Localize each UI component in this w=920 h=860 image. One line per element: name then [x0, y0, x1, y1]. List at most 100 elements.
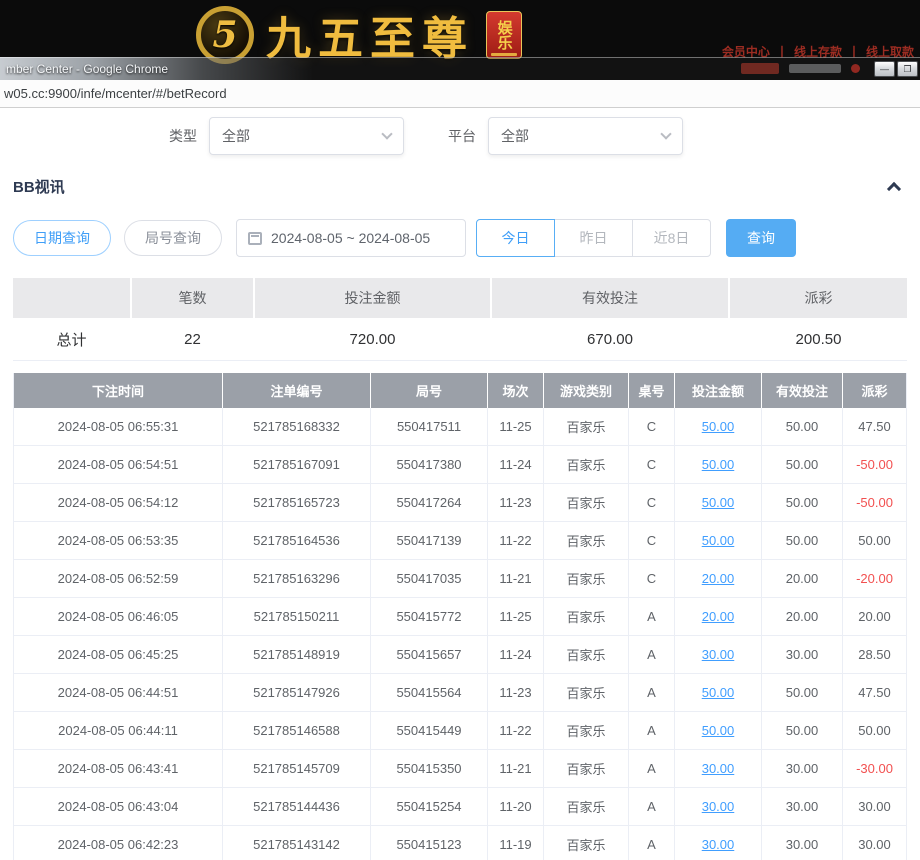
cell-session: 11-24 — [488, 636, 544, 674]
table-row: 2024-08-05 06:44:11 521785146588 5504154… — [14, 712, 906, 750]
query-toolbar: 日期查询 局号查询 2024-08-05 ~ 2024-08-05 今日 昨日 … — [13, 219, 907, 257]
chevron-down-icon — [381, 128, 392, 139]
cell-bet-amount-link[interactable]: 50.00 — [675, 712, 762, 750]
cell-table-number: A — [629, 674, 675, 712]
platform-filter-label: 平台 — [448, 126, 476, 146]
cell-table-number: A — [629, 750, 675, 788]
collapse-chevron-up-icon[interactable] — [887, 181, 901, 195]
cell-table-number: A — [629, 636, 675, 674]
table-row: 2024-08-05 06:52:59 521785163296 5504170… — [14, 560, 906, 598]
calendar-icon — [248, 232, 262, 245]
cell-bet-time: 2024-08-05 06:45:25 — [14, 636, 223, 674]
url-text: w05.cc:9900/infe/mcenter/#/betRecord — [4, 86, 227, 101]
table-row: 2024-08-05 06:54:51 521785167091 5504173… — [14, 446, 906, 484]
cell-bet-amount-link[interactable]: 50.00 — [675, 408, 762, 446]
cell-bet-amount-link[interactable]: 30.00 — [675, 750, 762, 788]
search-button[interactable]: 查询 — [726, 219, 796, 257]
round-query-button[interactable]: 局号查询 — [124, 220, 222, 256]
date-range-value: 2024-08-05 ~ 2024-08-05 — [271, 230, 430, 246]
cell-table-number: C — [629, 484, 675, 522]
summary-header-row: 笔数 投注金额 有效投注 派彩 — [13, 278, 907, 318]
cell-session: 11-23 — [488, 674, 544, 712]
date-range-input[interactable]: 2024-08-05 ~ 2024-08-05 — [236, 219, 466, 257]
table-row: 2024-08-05 06:55:31 521785168332 5504175… — [14, 408, 906, 446]
cell-round-number: 550415449 — [371, 712, 488, 750]
cell-bet-amount-link[interactable]: 30.00 — [675, 788, 762, 826]
address-bar[interactable]: w05.cc:9900/infe/mcenter/#/betRecord — [0, 80, 920, 108]
cell-game-type: 百家乐 — [544, 484, 629, 522]
cell-session: 11-21 — [488, 560, 544, 598]
column-header: 有效投注 — [762, 373, 843, 408]
cell-session: 11-23 — [488, 484, 544, 522]
cell-session: 11-21 — [488, 750, 544, 788]
cell-payout: 50.00 — [843, 522, 906, 560]
cell-bet-number: 521785163296 — [223, 560, 371, 598]
cell-bet-time: 2024-08-05 06:46:05 — [14, 598, 223, 636]
cell-game-type: 百家乐 — [544, 826, 629, 860]
bet-record-page: 类型 全部 平台 全部 BB视讯 日期查询 局号查询 2024-08-05 ~ … — [0, 108, 920, 860]
cell-bet-amount-link[interactable]: 50.00 — [675, 484, 762, 522]
cell-payout: -50.00 — [843, 446, 906, 484]
cell-bet-amount-link[interactable]: 20.00 — [675, 598, 762, 636]
platform-filter-select[interactable]: 全部 — [488, 117, 683, 155]
quick-range-group: 今日 昨日 近8日 — [476, 219, 711, 257]
summary-header-empty — [13, 278, 130, 318]
cell-bet-amount-link[interactable]: 50.00 — [675, 674, 762, 712]
summary-total-payout: 200.50 — [730, 318, 907, 360]
cell-valid-bet: 50.00 — [762, 674, 843, 712]
table-row: 2024-08-05 06:45:25 521785148919 5504156… — [14, 636, 906, 674]
cell-bet-amount-link[interactable]: 50.00 — [675, 522, 762, 560]
obscured-nav-decoration — [789, 64, 841, 73]
chrome-titlebar[interactable]: mber Center - Google Chrome — ❐ — [0, 57, 920, 80]
cell-bet-time: 2024-08-05 06:43:41 — [14, 750, 223, 788]
summary-table: 笔数 投注金额 有效投注 派彩 总计 22 720.00 670.00 200.… — [13, 278, 907, 361]
cell-bet-number: 521785164536 — [223, 522, 371, 560]
cell-payout: 28.50 — [843, 636, 906, 674]
type-filter-value: 全部 — [222, 126, 250, 146]
cell-session: 11-25 — [488, 408, 544, 446]
summary-total-label: 总计 — [13, 318, 130, 360]
chevron-down-icon — [660, 128, 671, 139]
cell-round-number: 550415772 — [371, 598, 488, 636]
today-button[interactable]: 今日 — [476, 219, 555, 257]
cell-round-number: 550415254 — [371, 788, 488, 826]
column-header: 场次 — [488, 373, 544, 408]
column-header: 游戏类别 — [544, 373, 629, 408]
cell-game-type: 百家乐 — [544, 446, 629, 484]
cell-bet-amount-link[interactable]: 30.00 — [675, 826, 762, 860]
platform-filter-value: 全部 — [501, 126, 529, 146]
last-8-days-button[interactable]: 近8日 — [632, 219, 711, 257]
date-query-button[interactable]: 日期查询 — [13, 220, 111, 256]
cell-payout: -20.00 — [843, 560, 906, 598]
restore-button[interactable]: ❐ — [897, 61, 918, 77]
cell-payout: 47.50 — [843, 674, 906, 712]
table-row: 2024-08-05 06:43:04 521785144436 5504152… — [14, 788, 906, 826]
obscured-nav-decoration — [741, 63, 779, 74]
cell-table-number: A — [629, 712, 675, 750]
cell-bet-amount-link[interactable]: 20.00 — [675, 560, 762, 598]
cell-bet-time: 2024-08-05 06:52:59 — [14, 560, 223, 598]
cell-valid-bet: 50.00 — [762, 408, 843, 446]
cell-bet-number: 521785168332 — [223, 408, 371, 446]
cell-round-number: 550415123 — [371, 826, 488, 860]
cell-bet-amount-link[interactable]: 30.00 — [675, 636, 762, 674]
cell-bet-amount-link[interactable]: 50.00 — [675, 446, 762, 484]
table-row: 2024-08-05 06:42:23 521785143142 5504151… — [14, 826, 906, 860]
column-header: 派彩 — [843, 373, 906, 408]
minimize-button[interactable]: — — [874, 61, 895, 77]
cell-session: 11-24 — [488, 446, 544, 484]
cell-round-number: 550417139 — [371, 522, 488, 560]
section-header: BB视讯 — [13, 176, 907, 197]
cell-bet-time: 2024-08-05 06:53:35 — [14, 522, 223, 560]
column-header: 下注时间 — [14, 373, 223, 408]
coin-logo-icon: 5 — [196, 6, 254, 64]
yesterday-button[interactable]: 昨日 — [554, 219, 633, 257]
cell-game-type: 百家乐 — [544, 598, 629, 636]
cell-valid-bet: 20.00 — [762, 560, 843, 598]
cell-payout: 30.00 — [843, 788, 906, 826]
cell-bet-time: 2024-08-05 06:43:04 — [14, 788, 223, 826]
type-filter-label: 类型 — [169, 126, 197, 146]
cell-bet-time: 2024-08-05 06:54:12 — [14, 484, 223, 522]
summary-header-valid-bet: 有效投注 — [492, 278, 728, 318]
type-filter-select[interactable]: 全部 — [209, 117, 404, 155]
